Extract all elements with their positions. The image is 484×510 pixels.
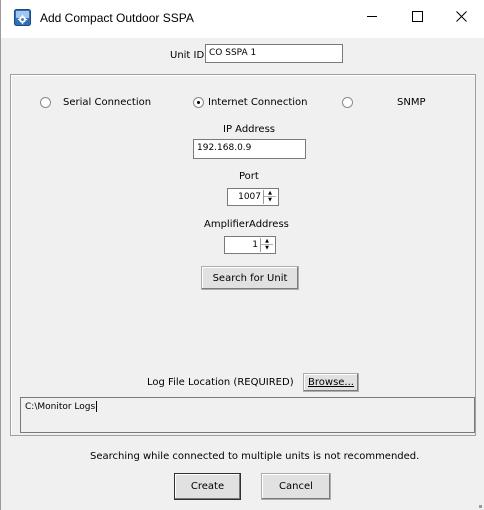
port-label: Port bbox=[239, 171, 259, 182]
minimize-button[interactable] bbox=[349, 0, 395, 36]
port-spinner[interactable]: 1007 ▲ ▼ bbox=[227, 188, 279, 206]
log-path-field[interactable]: C:\Monitor Logs bbox=[20, 397, 475, 433]
log-file-location-label: Log File Location (REQUIRED) bbox=[147, 377, 294, 388]
amplifier-address-spinner[interactable]: 1 ▲ ▼ bbox=[224, 236, 276, 254]
warning-text: Searching while connected to multiple un… bbox=[90, 451, 420, 462]
ip-address-label: IP Address bbox=[223, 124, 275, 135]
port-value: 1007 bbox=[238, 192, 261, 202]
port-spin-buttons[interactable]: ▲ ▼ bbox=[263, 190, 276, 204]
snmp-label[interactable]: SNMP bbox=[397, 97, 426, 108]
resize-grip[interactable] bbox=[479, 505, 482, 508]
ip-address-input[interactable]: 192.168.0.9 bbox=[193, 139, 306, 159]
port-decrement-icon[interactable]: ▼ bbox=[264, 197, 276, 204]
window-border bbox=[0, 0, 1, 510]
amplifier-decrement-icon[interactable]: ▼ bbox=[261, 245, 273, 252]
browse-button[interactable]: Browse... bbox=[303, 373, 359, 392]
internet-connection-label[interactable]: Internet Connection bbox=[208, 97, 307, 108]
internet-connection-radio[interactable] bbox=[193, 97, 204, 108]
create-button[interactable]: Create bbox=[174, 473, 241, 500]
text-caret bbox=[96, 401, 98, 412]
amplifier-spin-buttons[interactable]: ▲ ▼ bbox=[260, 238, 273, 252]
maximize-button[interactable] bbox=[394, 0, 440, 36]
serial-connection-radio[interactable] bbox=[40, 97, 51, 108]
cancel-button[interactable]: Cancel bbox=[261, 473, 331, 500]
unit-id-label: Unit ID: bbox=[170, 50, 208, 61]
amplifier-address-label: AmplifierAddress bbox=[204, 219, 289, 230]
title-bar: Add Compact Outdoor SSPA bbox=[1, 0, 484, 38]
serial-connection-label[interactable]: Serial Connection bbox=[63, 97, 151, 108]
snmp-radio[interactable] bbox=[342, 97, 353, 108]
maximize-icon bbox=[411, 11, 423, 25]
amplifier-address-value: 1 bbox=[252, 240, 258, 250]
close-button[interactable] bbox=[438, 0, 484, 36]
minimize-icon bbox=[366, 11, 378, 25]
dialog-window: Add Compact Outdoor SSPA Unit ID: CO SSP… bbox=[0, 0, 484, 510]
unit-id-input[interactable]: CO SSPA 1 bbox=[205, 44, 343, 63]
search-for-unit-button[interactable]: Search for Unit bbox=[201, 266, 299, 290]
window-title: Add Compact Outdoor SSPA bbox=[40, 11, 194, 25]
close-icon bbox=[455, 11, 467, 25]
log-path-text: C:\Monitor Logs bbox=[25, 402, 96, 412]
amplifier-increment-icon[interactable]: ▲ bbox=[261, 238, 273, 245]
port-increment-icon[interactable]: ▲ bbox=[264, 190, 276, 197]
app-settings-icon bbox=[14, 9, 31, 26]
